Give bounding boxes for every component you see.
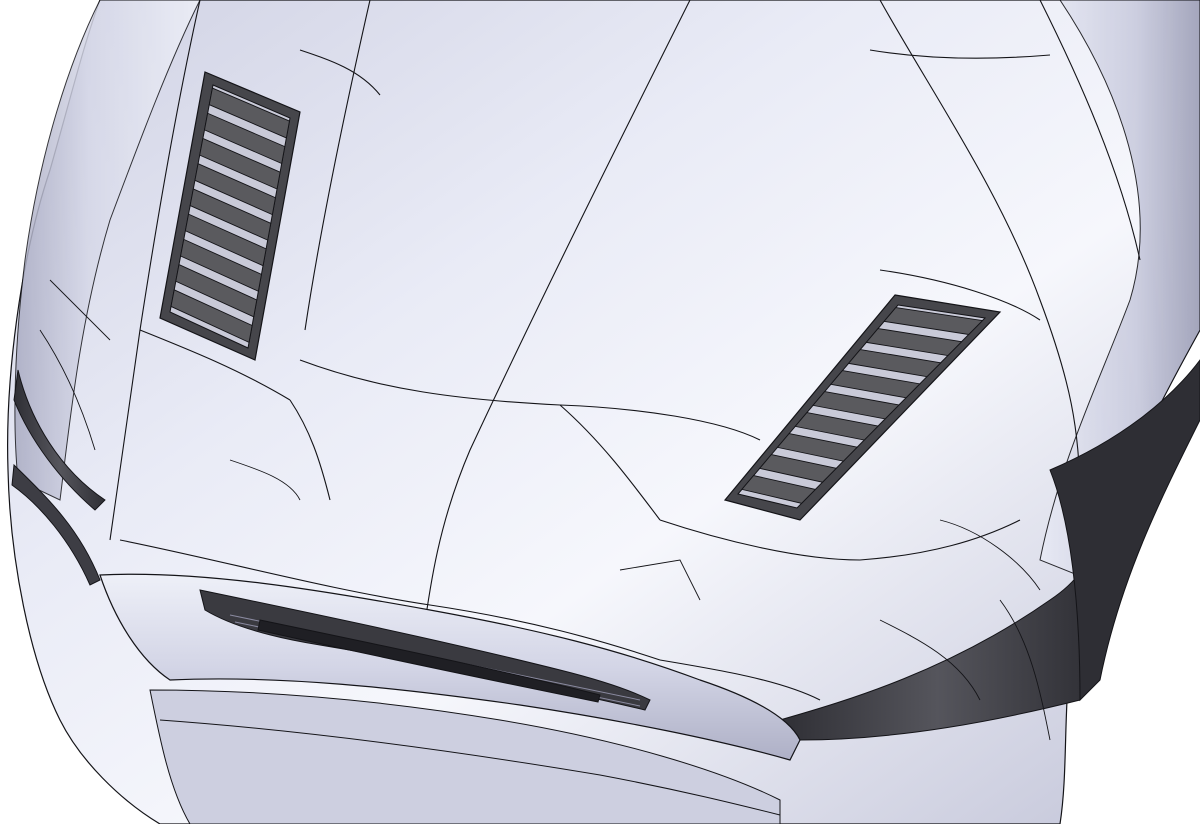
cad-viewport[interactable] [0, 0, 1200, 824]
car-hood-model [0, 0, 1200, 824]
